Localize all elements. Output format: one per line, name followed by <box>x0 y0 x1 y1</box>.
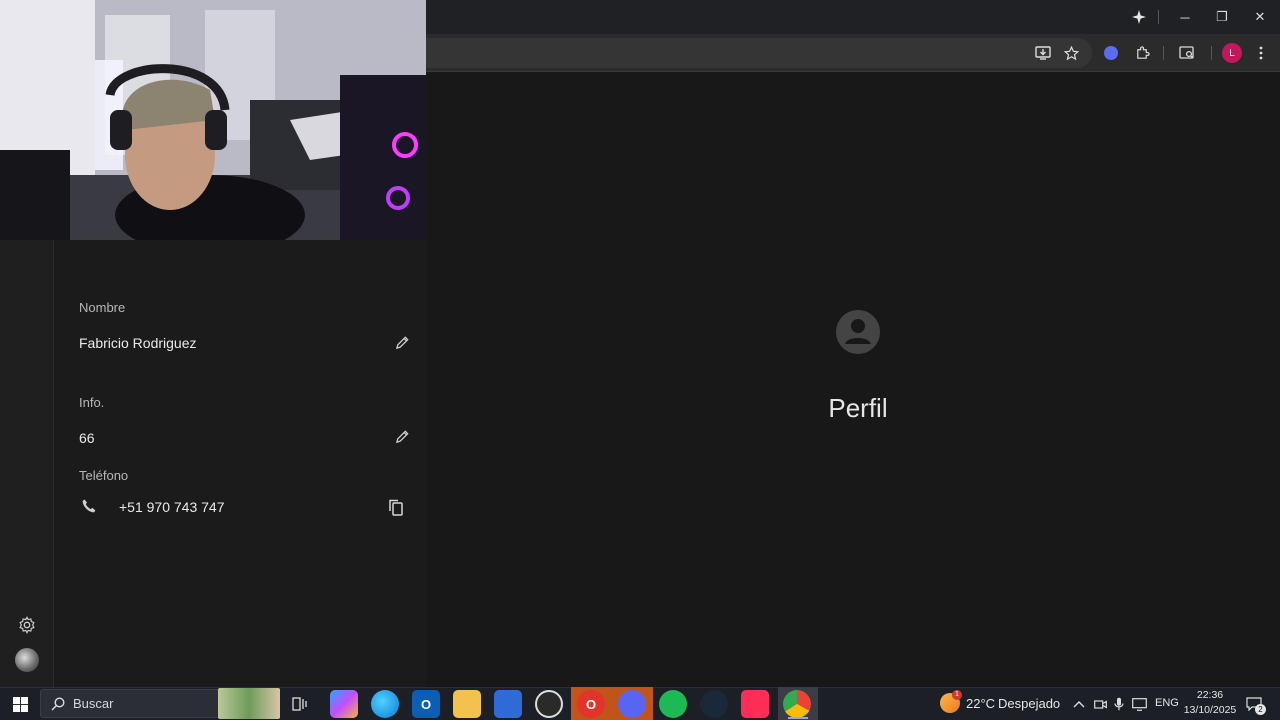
address-bar[interactable] <box>426 38 1092 68</box>
weather-description[interactable]: Despejado <box>998 696 1060 711</box>
profile-avatar[interactable]: L <box>1222 43 1242 63</box>
copy-phone-icon[interactable] <box>385 496 407 518</box>
phone-icon <box>79 496 99 516</box>
task-view-icon[interactable] <box>288 692 312 716</box>
discord-icon[interactable] <box>618 690 646 718</box>
windows-start-icon[interactable] <box>8 692 32 716</box>
main-title: Perfil <box>828 393 888 423</box>
language-indicator[interactable]: ENG <box>1155 697 1179 709</box>
copilot-icon[interactable] <box>330 690 358 718</box>
steam-icon[interactable] <box>700 690 728 718</box>
settings-gear-icon[interactable] <box>15 613 39 637</box>
toolbar-divider <box>1163 46 1164 60</box>
active-app-indicator <box>788 717 808 719</box>
tiktok-icon[interactable] <box>741 690 769 718</box>
search-highlight-image <box>218 688 280 719</box>
close-button[interactable]: ✕ <box>1241 0 1279 34</box>
extension-meet-icon[interactable] <box>1100 43 1122 63</box>
microphone-icon[interactable] <box>1111 694 1127 714</box>
search-tabs-icon[interactable] <box>1176 43 1198 63</box>
install-app-icon[interactable] <box>1032 43 1054 63</box>
phone-label: Teléfono <box>79 468 129 483</box>
clock-time[interactable]: 22:36 <box>1184 689 1236 701</box>
edit-info-pencil-icon[interactable] <box>392 426 412 446</box>
edge-browser-icon[interactable] <box>371 690 399 718</box>
notification-count-badge: 2 <box>1255 704 1266 715</box>
spotify-icon[interactable] <box>659 690 687 718</box>
profile-placeholder-icon <box>835 309 881 355</box>
camera-tray-icon[interactable] <box>1092 694 1108 714</box>
phone-value: +51 970 743 747 <box>119 499 225 515</box>
more-menu-icon[interactable] <box>1252 43 1270 63</box>
microsoft-store-icon[interactable] <box>494 690 522 718</box>
weather-badge: 1 <box>952 690 962 700</box>
show-hidden-icons-chevron-icon[interactable] <box>1070 694 1088 714</box>
toolbar-divider <box>1211 46 1212 60</box>
clock-app-icon[interactable] <box>535 690 563 718</box>
outlook-icon[interactable]: O <box>412 690 440 718</box>
info-label: Info. <box>79 395 105 410</box>
weather-temperature[interactable]: 22°C <box>966 696 995 711</box>
edit-name-pencil-icon[interactable] <box>392 332 412 352</box>
main-placeholder-area <box>426 72 1280 687</box>
chrome-icon[interactable] <box>783 690 811 718</box>
file-explorer-icon[interactable] <box>453 690 481 718</box>
minimize-button[interactable]: ─ <box>1166 0 1204 34</box>
network-icon[interactable] <box>1130 694 1148 714</box>
info-value: 66 <box>79 430 95 446</box>
clock-date[interactable]: 13/10/2025 <box>1180 704 1240 716</box>
bookmark-star-icon[interactable] <box>1060 43 1082 63</box>
search-icon <box>48 694 68 714</box>
gemini-sparkle-icon[interactable] <box>1127 6 1151 28</box>
name-label: Nombre <box>79 300 126 315</box>
opera-gx-icon[interactable]: O <box>577 690 605 718</box>
webcam-overlay-image <box>0 0 426 240</box>
name-value: Fabricio Rodriguez <box>79 335 197 351</box>
extensions-puzzle-icon[interactable] <box>1131 43 1153 63</box>
titlebar-divider <box>1158 10 1159 24</box>
search-placeholder: Buscar <box>73 696 114 711</box>
restore-button[interactable]: ❐ <box>1203 0 1241 34</box>
profile-photo-avatar[interactable] <box>15 648 39 672</box>
